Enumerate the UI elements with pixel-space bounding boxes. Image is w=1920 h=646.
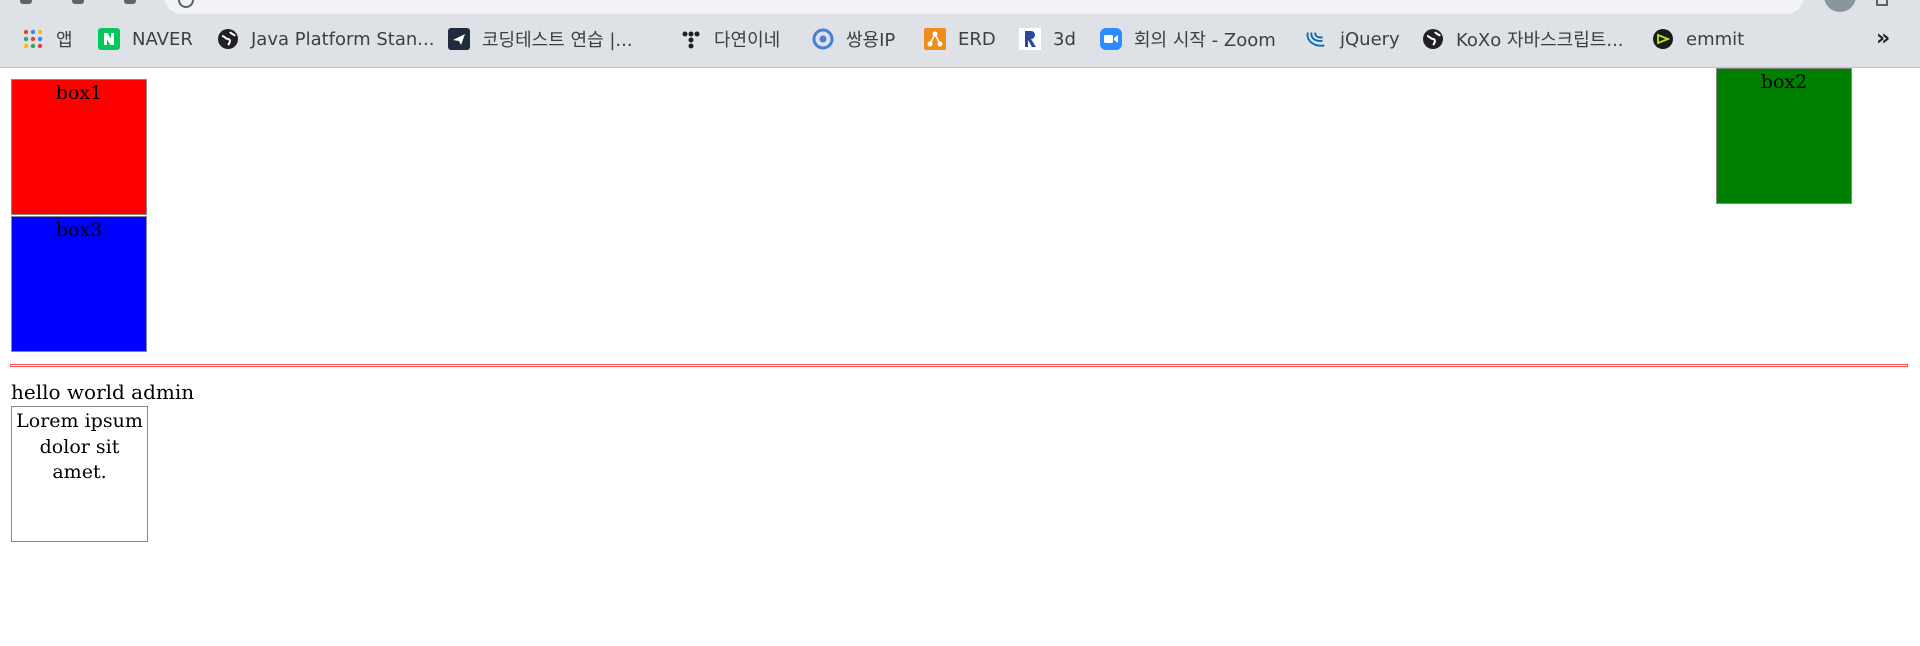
more-bookmarks-button[interactable]: » [1876, 26, 1890, 51]
apps-grid-icon [22, 28, 44, 50]
bookmark-naver[interactable]: NAVER [98, 24, 193, 54]
zoom-icon [1100, 28, 1122, 50]
bookmark-koxo[interactable]: KoXo 자바스크립트... [1422, 24, 1624, 54]
back-icon[interactable] [20, 0, 32, 4]
lorem-box: Lorem ipsum dolor sit amet. [11, 406, 148, 542]
programmers-icon [448, 28, 470, 50]
bookmark-label: NAVER [132, 28, 193, 50]
box1: box1 [11, 79, 147, 215]
bookmark-label: KoXo 자바스크립트... [1456, 30, 1624, 51]
emmet-icon [1652, 28, 1674, 50]
box2: box2 [1716, 68, 1852, 204]
bookmark-label: 회의 시작 - Zoom [1134, 30, 1276, 51]
bookmark-label: ERD [958, 28, 996, 50]
circle-logo-icon [812, 28, 834, 50]
jquery-icon [1306, 28, 1328, 50]
browser-toolbar [0, 0, 1920, 14]
bookmark-ssangyong-ip[interactable]: 쌍용IP [812, 24, 895, 54]
bookmark-label: 다연이네 [714, 30, 781, 51]
forward-icon[interactable] [72, 0, 84, 4]
bookmark-coding-test[interactable]: 코딩테스트 연습 |... [448, 24, 633, 54]
hello-text: hello world admin [11, 380, 195, 404]
bookmark-label: 3d [1053, 28, 1076, 50]
bookmark-3d[interactable]: 3d [1019, 24, 1076, 54]
bookmark-label: jQuery [1340, 28, 1400, 50]
bookmark-zoom[interactable]: 회의 시작 - Zoom [1100, 24, 1276, 54]
bookmark-erd[interactable]: ERD [924, 24, 996, 54]
address-bar[interactable] [164, 0, 1804, 14]
bookmark-label: Java Platform Stan... [251, 28, 435, 50]
profile-avatar[interactable] [1824, 0, 1856, 12]
bookmark-java-platform[interactable]: Java Platform Stan... [217, 24, 434, 54]
bookmark-label: 쌍용IP [846, 30, 896, 51]
bookmark-label: 앱 [56, 30, 73, 51]
bookmark-label: emmit [1686, 28, 1745, 50]
box3: box3 [11, 216, 147, 352]
bookmark-label: 코딩테스트 연습 |... [482, 30, 633, 51]
dots-icon [680, 28, 702, 50]
globe-icon [217, 28, 239, 50]
bookmarks-bar: 앱 NAVER Java Platform Stan... 코딩테스트 연습 |… [0, 14, 1920, 68]
bookmark-dayeonine[interactable]: 다연이네 [680, 24, 780, 54]
bookmark-emmit[interactable]: emmit [1652, 24, 1744, 54]
globe-icon [1422, 28, 1444, 50]
bookmark-apps[interactable]: 앱 [22, 24, 73, 54]
naver-icon [98, 28, 120, 50]
bookmark-jquery[interactable]: jQuery [1306, 24, 1400, 54]
chrome-menu-icon[interactable] [1876, 0, 1888, 6]
erd-icon [924, 28, 946, 50]
horizontal-rule [10, 364, 1908, 367]
reload-icon[interactable] [124, 0, 136, 4]
r-logo-icon [1019, 28, 1041, 50]
